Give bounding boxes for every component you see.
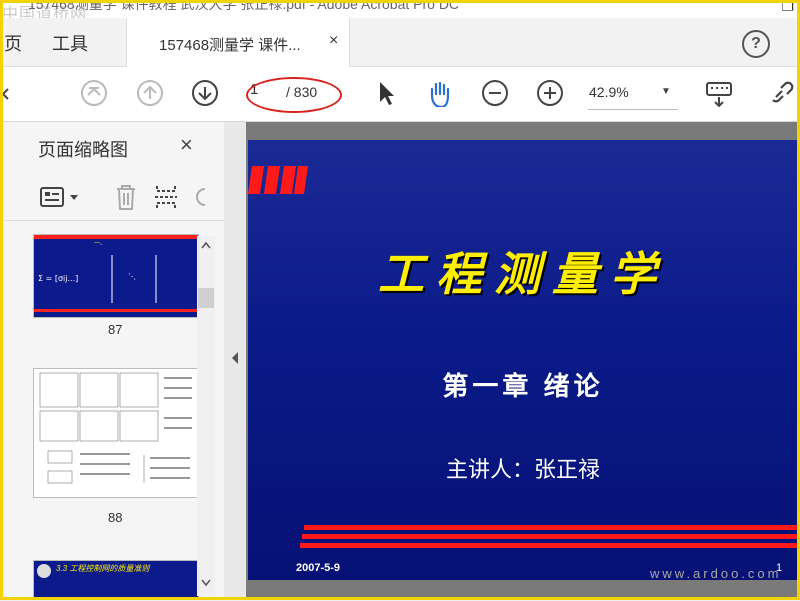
thumbnail-page-88[interactable]: [33, 368, 199, 498]
help-icon[interactable]: ?: [742, 30, 770, 58]
slide-title: 工程测量学: [378, 248, 668, 300]
thumbnail-89-title: 3.3 工程控制网的质量准则: [56, 564, 150, 573]
hand-tool-icon[interactable]: [426, 79, 454, 107]
keyboard-icon[interactable]: [704, 79, 734, 107]
window-title: 157468测量学 课件教程 武汉大学 张正禄.pdf - Adobe Acro…: [28, 0, 460, 12]
menu-bar: 页 工具: [0, 18, 800, 67]
zoom-dropdown-icon[interactable]: ▼: [661, 86, 671, 97]
svg-text:⋱: ⋱: [128, 272, 136, 281]
menu-tools[interactable]: 工具: [52, 30, 88, 56]
zoom-out-icon[interactable]: [481, 79, 509, 107]
rotate-icon[interactable]: [191, 183, 211, 211]
thumbnail-options-icon[interactable]: [39, 186, 65, 208]
panel-collapse-strip[interactable]: [224, 122, 246, 597]
zoom-underline: [588, 109, 678, 110]
slide-date: 2007-5-9: [296, 562, 341, 574]
title-bar: 中国道桥网 157468测量学 课件教程 武汉大学 张正禄.pdf - Adob…: [0, 0, 800, 18]
slide-lecturer: 主讲人：张正禄: [445, 457, 600, 482]
delete-icon[interactable]: [113, 183, 139, 211]
thumbnail-page-87[interactable]: 一、 Σ = [σij...] ⋱: [33, 234, 199, 318]
annotation-oval: [246, 77, 342, 113]
close-tab-icon[interactable]: ×: [329, 32, 338, 50]
prev-page-icon[interactable]: [136, 79, 164, 107]
pdf-page: 工程测量学 第一章 绪论 主讲人：张正禄 2007-5-9 1: [248, 140, 798, 580]
thumbnail-list: 一、 Σ = [σij...] ⋱ 87 88 3.3 工程控制网的质量准则: [5, 226, 205, 597]
thumbnail-page-89[interactable]: 3.3 工程控制网的质量准则: [33, 560, 199, 597]
document-tab-label: 157468测量学 课件...: [159, 37, 301, 54]
first-page-icon[interactable]: [80, 79, 108, 107]
svg-text:Σ = [σij...]: Σ = [σij...]: [38, 274, 78, 283]
thumbnail-label-87: 87: [108, 322, 123, 337]
panel-title: 页面缩略图: [38, 140, 128, 160]
zoom-in-icon[interactable]: [536, 79, 564, 107]
thumbnail-87-content: 一、 Σ = [σij...] ⋱: [34, 235, 198, 312]
restore-icon[interactable]: ❐: [781, 0, 794, 15]
document-tab[interactable]: 157468测量学 课件... ×: [126, 18, 350, 67]
toolbar: [0, 67, 800, 122]
thumbnail-label-88: 88: [108, 510, 123, 525]
link-icon[interactable]: [768, 79, 800, 107]
scroll-left-icon[interactable]: [0, 79, 12, 107]
panel-toolbar: [5, 174, 224, 221]
extract-page-icon[interactable]: [153, 183, 179, 211]
thumbnail-88-content: [39, 372, 192, 484]
slide-chapter: 第一章 绪论: [442, 371, 604, 401]
decorative-red-lines: [300, 525, 798, 548]
svg-text:一、: 一、: [94, 240, 106, 247]
scrollbar-graphic: [198, 241, 214, 587]
footer-watermark: www.ardoo.com: [650, 566, 782, 581]
close-panel-icon[interactable]: ×: [180, 132, 193, 158]
menu-home[interactable]: 页: [4, 30, 22, 56]
thumbnail-panel: 页面缩略图 × 一、 Σ = [σij...] ⋱ 87 88 3.3 工程控制网的…: [5, 122, 225, 597]
thumbnail-scrollbar[interactable]: [197, 236, 215, 596]
select-arrow-icon[interactable]: [374, 79, 398, 107]
chevron-down-icon[interactable]: [69, 194, 79, 202]
next-page-icon[interactable]: [191, 79, 219, 107]
collapse-arrow-icon[interactable]: [230, 350, 240, 366]
decorative-red-bars: [248, 166, 308, 194]
zoom-level[interactable]: 42.9%: [589, 84, 629, 100]
